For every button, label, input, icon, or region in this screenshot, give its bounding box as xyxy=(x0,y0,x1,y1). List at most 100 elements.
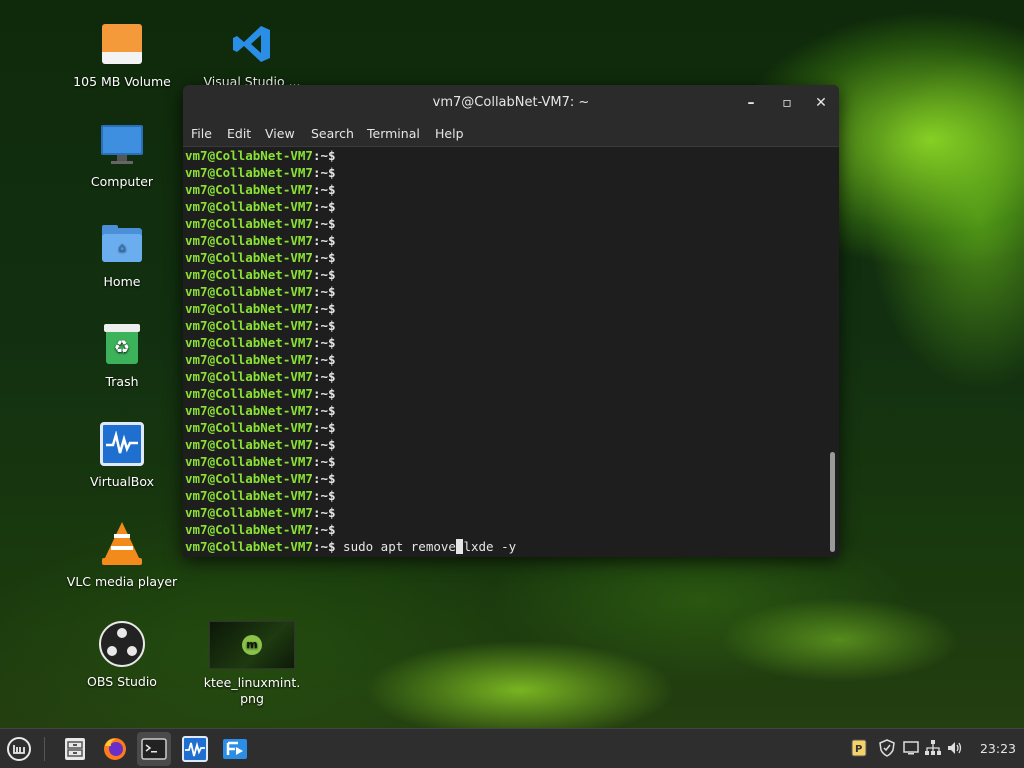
prompt-path: :~$ xyxy=(312,471,336,486)
prompt-path: :~$ xyxy=(312,148,336,163)
panel-separator xyxy=(44,737,45,761)
mint-menu-button[interactable] xyxy=(2,732,36,766)
terminal-launcher[interactable] xyxy=(137,732,171,766)
display-icon[interactable] xyxy=(902,739,920,757)
prompt-path: :~$ xyxy=(312,437,336,452)
terminal-line: vm7@CollabNet-VM7:~$ xyxy=(183,317,825,334)
prompt-path: :~$ xyxy=(312,233,336,248)
terminal-line: vm7@CollabNet-VM7:~$ xyxy=(183,147,825,164)
minimize-button[interactable]: – xyxy=(741,93,761,113)
prompt-path: :~$ xyxy=(312,454,336,469)
menu-search[interactable]: Search xyxy=(311,126,354,141)
prompt-path: :~$ xyxy=(312,488,336,503)
desktop-icon-label: 105 MB Volume xyxy=(73,74,171,89)
prompt-path: :~$ xyxy=(312,216,336,231)
svg-text:P: P xyxy=(855,744,862,755)
prompt-path: :~$ xyxy=(312,301,336,316)
virtualbox-icon xyxy=(98,420,146,468)
terminal-line: vm7@CollabNet-VM7:~$ xyxy=(183,266,825,283)
clock[interactable]: 23:23 xyxy=(980,729,1016,768)
terminal-line: vm7@CollabNet-VM7:~$ xyxy=(183,198,825,215)
desktop-icon-obs[interactable]: OBS Studio xyxy=(62,620,182,690)
terminal-line: vm7@CollabNet-VM7:~$ xyxy=(183,521,825,538)
terminal-command-line: vm7@CollabNet-VM7:~$ sudo apt remove lxd… xyxy=(183,538,825,555)
menu-view[interactable]: View xyxy=(265,126,295,141)
shield-icon[interactable] xyxy=(878,739,896,757)
prompt-user: vm7@CollabNet-VM7 xyxy=(185,403,313,418)
terminal-line: vm7@CollabNet-VM7:~$ xyxy=(183,470,825,487)
terminal-output[interactable]: vm7@CollabNet-VM7:~$ vm7@CollabNet-VM7:~$… xyxy=(183,147,825,557)
trash-icon: ♻ xyxy=(98,320,146,368)
maximize-button[interactable]: ▫ xyxy=(777,93,797,113)
terminal-line: vm7@CollabNet-VM7:~$ xyxy=(183,436,825,453)
network-icon[interactable] xyxy=(924,739,942,757)
obs-icon xyxy=(98,620,146,668)
prompt-user: vm7@CollabNet-VM7 xyxy=(185,165,313,180)
prompt-path: :~$ xyxy=(312,335,336,350)
vlc-icon xyxy=(98,520,146,568)
title-bar[interactable]: vm7@CollabNet-VM7: ~ – ▫ ✕ xyxy=(183,85,839,121)
vscode-icon xyxy=(228,20,276,68)
desktop-icon-virtualbox[interactable]: VirtualBox xyxy=(62,420,182,490)
terminal-line: vm7@CollabNet-VM7:~$ xyxy=(183,419,825,436)
file-manager-icon xyxy=(65,738,85,760)
desktop-icon-home[interactable]: ⌂ Home xyxy=(62,220,182,290)
menu-edit[interactable]: Edit xyxy=(227,126,251,141)
prompt-user: vm7@CollabNet-VM7 xyxy=(185,471,313,486)
desktop-icon-vlc[interactable]: VLC media player xyxy=(62,520,182,590)
home-folder-icon: ⌂ xyxy=(98,220,146,268)
terminal-line: vm7@CollabNet-VM7:~$ xyxy=(183,181,825,198)
firefox-launcher[interactable] xyxy=(98,732,132,766)
terminal-line: vm7@CollabNet-VM7:~$ xyxy=(183,351,825,368)
prompt-path: :~$ xyxy=(312,420,336,435)
prompt-path: :~$ xyxy=(312,267,336,282)
remote-desktop-launcher[interactable] xyxy=(218,732,252,766)
prompt-user: vm7@CollabNet-VM7 xyxy=(185,352,313,367)
menu-terminal[interactable]: Terminal xyxy=(367,126,420,141)
prompt-user: vm7@CollabNet-VM7 xyxy=(185,420,313,435)
virtualbox-launcher[interactable] xyxy=(178,732,212,766)
prompt-user: vm7@CollabNet-VM7 xyxy=(185,301,313,316)
mint-menu-icon xyxy=(7,737,31,761)
prompt-path: :~$ xyxy=(312,403,336,418)
terminal-line: vm7@CollabNet-VM7:~$ xyxy=(183,300,825,317)
desktop-icon-label: Computer xyxy=(90,174,154,189)
menu-file[interactable]: File xyxy=(191,126,212,141)
prompt-path: :~$ xyxy=(312,318,336,333)
desktop-icon-trash[interactable]: ♻ Trash xyxy=(62,320,182,390)
terminal-line: vm7@CollabNet-VM7:~$ xyxy=(183,334,825,351)
terminal-line: vm7@CollabNet-VM7:~$ xyxy=(183,249,825,266)
desktop-icon-vscode[interactable]: Visual Studio ... xyxy=(192,20,312,90)
parcellite-icon[interactable]: P xyxy=(850,739,868,757)
prompt-user: vm7@CollabNet-VM7 xyxy=(185,267,313,282)
terminal-line: vm7@CollabNet-VM7:~$ xyxy=(183,215,825,232)
desktop-icon-image-file[interactable]: m ktee_linuxmint. png xyxy=(192,621,312,707)
menu-help[interactable]: Help xyxy=(435,126,464,141)
prompt-user: vm7@CollabNet-VM7 xyxy=(185,199,313,214)
prompt-user: vm7@CollabNet-VM7 xyxy=(185,335,313,350)
prompt-user: vm7@CollabNet-VM7 xyxy=(185,182,313,197)
prompt-user: vm7@CollabNet-VM7 xyxy=(185,454,313,469)
terminal-line: vm7@CollabNet-VM7:~$ xyxy=(183,164,825,181)
prompt-user: vm7@CollabNet-VM7 xyxy=(185,250,313,265)
file-manager-launcher[interactable] xyxy=(58,732,92,766)
close-button[interactable]: ✕ xyxy=(811,93,831,113)
prompt-user: vm7@CollabNet-VM7 xyxy=(185,233,313,248)
prompt-path: :~$ xyxy=(312,369,336,384)
prompt-user: vm7@CollabNet-VM7 xyxy=(185,437,313,452)
scrollbar[interactable] xyxy=(825,147,839,557)
prompt-path: :~$ xyxy=(312,386,336,401)
prompt-user: vm7@CollabNet-VM7 xyxy=(185,505,313,520)
terminal-window[interactable]: vm7@CollabNet-VM7: ~ – ▫ ✕ File Edit Vie… xyxy=(183,85,839,557)
scrollbar-thumb[interactable] xyxy=(830,452,835,552)
desktop-icon-volume[interactable]: 105 MB Volume xyxy=(62,20,182,90)
volume-icon[interactable] xyxy=(946,739,964,757)
terminal-line: vm7@CollabNet-VM7:~$ xyxy=(183,487,825,504)
menu-bar: File Edit View Search Terminal Help xyxy=(183,121,839,147)
firefox-icon xyxy=(104,738,126,760)
prompt-user: vm7@CollabNet-VM7 xyxy=(185,539,313,554)
desktop-icon-label: Trash xyxy=(105,374,139,389)
computer-icon xyxy=(98,120,146,168)
desktop-icon-computer[interactable]: Computer xyxy=(62,120,182,190)
remote-desktop-icon xyxy=(223,739,247,759)
